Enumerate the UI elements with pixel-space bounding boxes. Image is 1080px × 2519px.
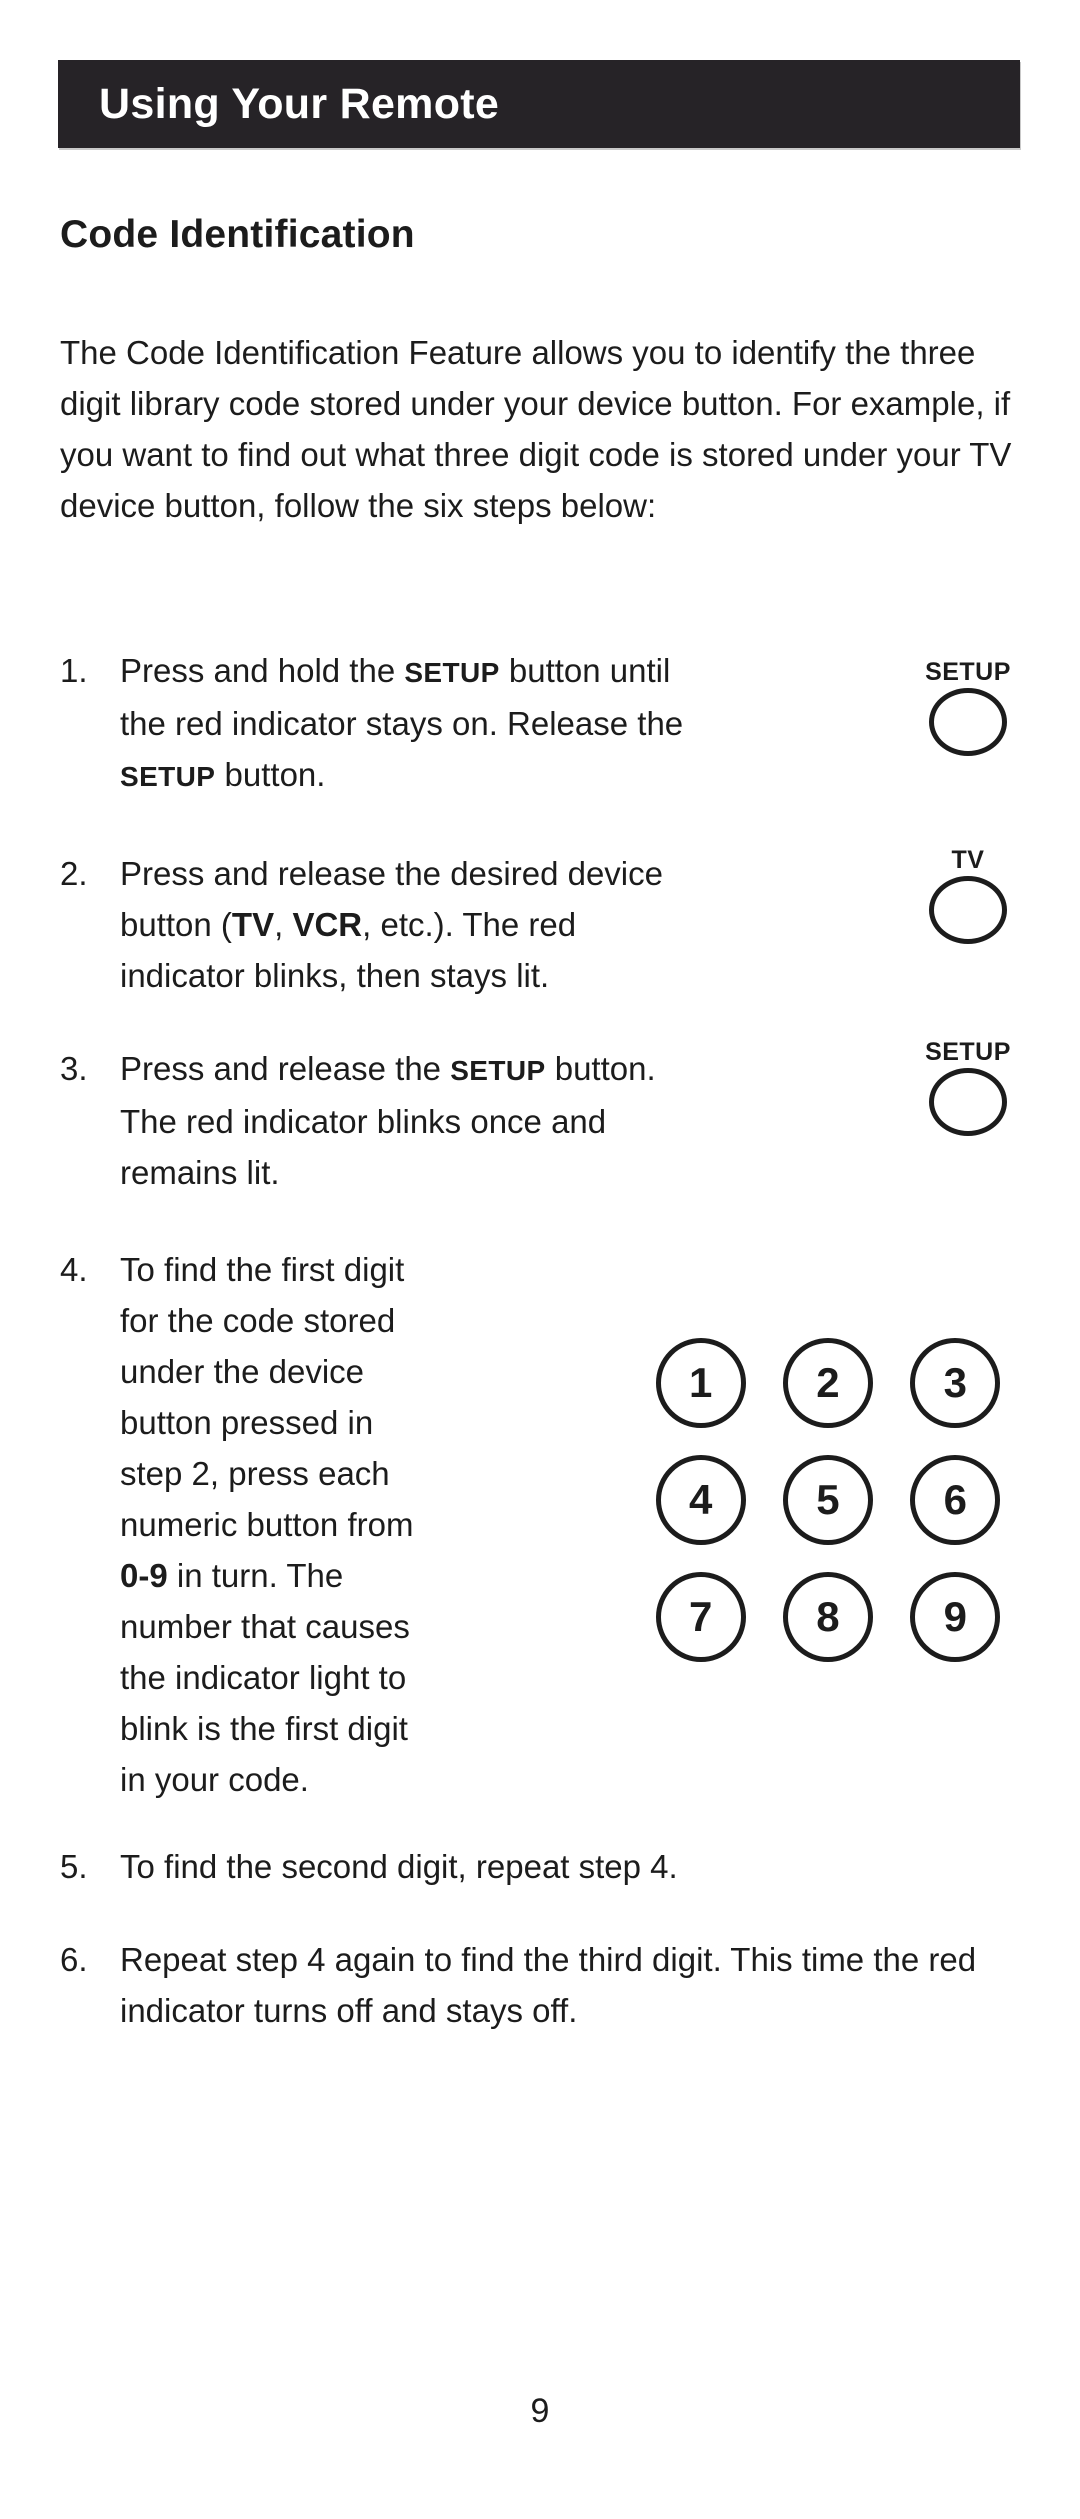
- step-text: To find the first digit for the code sto…: [120, 1244, 420, 1805]
- step-text-part: Press and release the: [120, 1050, 451, 1087]
- step-text: To find the second digit, repeat step 4.: [120, 1848, 678, 1885]
- step-text: Press and release the desired device but…: [120, 848, 680, 1001]
- keypad-key-5: 5: [782, 1455, 873, 1545]
- remote-button-tv-step2: TV: [908, 848, 1028, 944]
- step-text-part: ,: [274, 906, 293, 943]
- step-item-6: 6. Repeat step 4 again to find the third…: [60, 1934, 1020, 2036]
- remote-button-setup-step3: SETUP: [908, 1040, 1028, 1136]
- keypad-key-8: 8: [782, 1572, 873, 1662]
- keypad-key-2: 2: [782, 1338, 873, 1428]
- keypad-key-3: 3: [910, 1338, 1001, 1428]
- remote-button-label: SETUP: [925, 1038, 1011, 1066]
- step-number: 1.: [60, 652, 88, 689]
- step-item-5: 5. To find the second digit, repeat step…: [60, 1841, 1020, 1892]
- page-header-title: Using Your Remote: [99, 79, 500, 128]
- step-item-1: 1. Press and hold the SETUP button until…: [60, 645, 1020, 802]
- step-number: 3.: [60, 1050, 88, 1087]
- oval-button-icon: [929, 876, 1007, 944]
- keypad-key-1: 1: [655, 1338, 746, 1428]
- keypad-key-6: 6: [910, 1455, 1001, 1545]
- remote-button-label: SETUP: [925, 658, 1011, 686]
- step-text: Repeat step 4 again to find the third di…: [120, 1941, 977, 2029]
- keypad-key-7: 7: [655, 1572, 746, 1662]
- keypad-key-4: 4: [655, 1455, 746, 1545]
- oval-button-icon: [929, 1068, 1007, 1136]
- remote-button-label: TV: [951, 846, 985, 874]
- keyword-setup: SETUP: [404, 657, 500, 688]
- keypad-key-9: 9: [910, 1572, 1001, 1662]
- page-number: 9: [530, 2392, 550, 2430]
- step-text-part: To find the first digit for the code sto…: [120, 1251, 414, 1543]
- step-number: 6.: [60, 1941, 88, 1978]
- remote-button-setup-step1: SETUP: [908, 660, 1028, 756]
- step-item-3: 3. Press and release the SETUP button. T…: [60, 1043, 1020, 1198]
- step-number: 2.: [60, 855, 88, 892]
- step-text: Press and hold the SETUP button until th…: [120, 645, 720, 802]
- step-number: 4.: [60, 1251, 88, 1288]
- section-heading: Code Identification: [60, 213, 415, 256]
- manual-page: Using Your Remote Code Identification Th…: [0, 0, 1080, 2519]
- oval-button-icon: [929, 688, 1007, 756]
- intro-paragraph: The Code Identification Feature allows y…: [60, 334, 1012, 524]
- step-item-2: 2. Press and release the desired device …: [60, 848, 1020, 1001]
- keyword-setup: SETUP: [450, 1055, 546, 1086]
- step-text-part: Press and hold the: [120, 652, 405, 689]
- page-header-bar: Using Your Remote: [58, 60, 1020, 148]
- keyword-digit-range: 0-9: [120, 1557, 168, 1594]
- numeric-keypad-illustration: 1 2 3 4 5 6 7 8 9: [637, 1338, 1019, 1689]
- keyword-setup: SETUP: [120, 761, 216, 792]
- keyword-tv: TV: [231, 906, 275, 943]
- step-text: Press and release the SETUP button. The …: [120, 1043, 720, 1198]
- step-text-part: button.: [215, 756, 326, 793]
- step-number: 5.: [60, 1848, 88, 1885]
- keyword-vcr: VCR: [292, 906, 363, 943]
